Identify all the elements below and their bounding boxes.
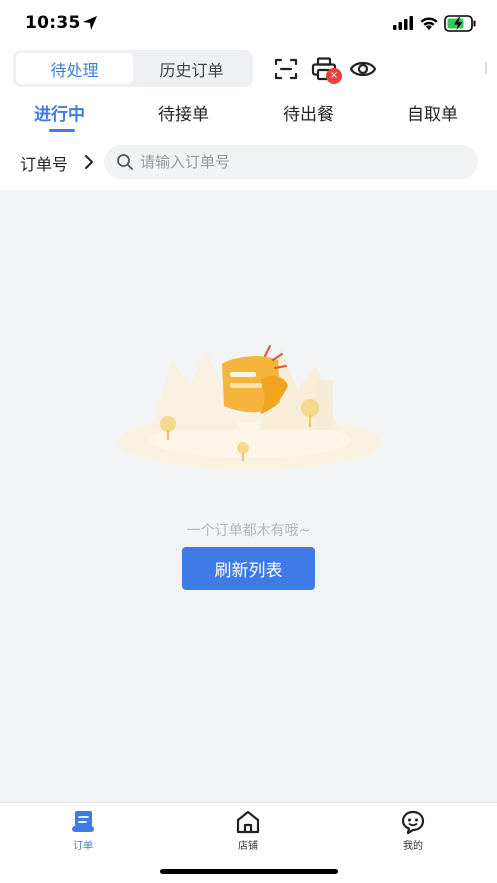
tab-self-pickup[interactable]: 自取单 [407, 100, 458, 125]
nav-label-profile: 我的 [403, 841, 423, 852]
tab-awaiting-acceptance[interactable]: 待接单 [158, 100, 209, 125]
order-mode-segmented-control: 待处理 历史订单 [13, 50, 253, 87]
nav-item-profile[interactable]: 我的 [373, 809, 453, 852]
chevron-right-icon[interactable] [83, 154, 95, 170]
empty-orders-illustration [118, 345, 382, 470]
order-number-search-input[interactable] [140, 145, 460, 179]
eye-icon[interactable] [349, 56, 377, 82]
status-bar: 10:35 [0, 0, 497, 46]
nav-label-orders: 订单 [73, 841, 93, 852]
tab-in-progress[interactable]: 进行中 [34, 100, 85, 125]
search-bar[interactable] [104, 145, 478, 179]
order-status-tabs: 进行中 待接单 待出餐 自取单 [0, 96, 497, 136]
wifi-icon [420, 17, 438, 30]
status-time: 10:35 [25, 13, 81, 33]
profile-chat-icon [401, 810, 425, 835]
edge-divider [485, 62, 487, 74]
printer-disconnected-badge: × [326, 68, 342, 84]
order-list-area: 一个订单都木有哦~ 刷新列表 [0, 190, 497, 802]
active-tab-indicator [49, 129, 75, 132]
refresh-list-button[interactable]: 刷新列表 [182, 547, 315, 590]
nav-item-store[interactable]: 店铺 [208, 809, 288, 852]
segment-pending[interactable]: 待处理 [16, 53, 133, 84]
store-icon [236, 810, 260, 834]
nav-label-store: 店铺 [238, 841, 258, 852]
location-arrow-icon [83, 16, 97, 30]
search-field-selector[interactable]: 订单号 [20, 151, 68, 175]
battery-charging-icon [444, 15, 476, 32]
empty-state-message: 一个订单都木有哦~ [186, 523, 311, 539]
cellular-signal-icon [393, 16, 413, 30]
order-list-icon [72, 811, 94, 832]
search-icon [117, 154, 133, 170]
segment-history-orders[interactable]: 历史订单 [133, 53, 250, 84]
scan-icon[interactable] [272, 56, 300, 82]
nav-item-orders[interactable]: 订单 [43, 809, 123, 852]
home-indicator [160, 869, 338, 874]
tab-awaiting-meal[interactable]: 待出餐 [283, 100, 334, 125]
